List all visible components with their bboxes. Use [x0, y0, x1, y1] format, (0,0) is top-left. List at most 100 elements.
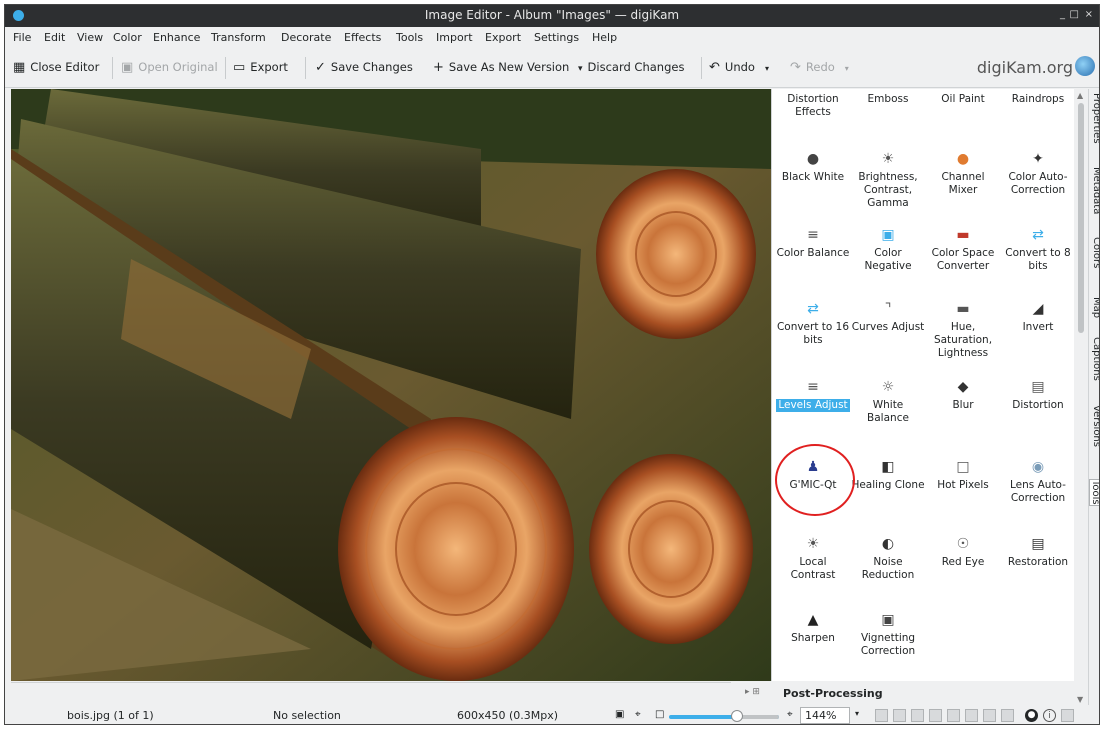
- menu-settings[interactable]: Settings: [534, 31, 579, 44]
- thumbnail-bar-toggle-icon[interactable]: [1061, 709, 1074, 722]
- menu-edit[interactable]: Edit: [44, 31, 65, 44]
- minimize-button[interactable]: _: [1060, 9, 1065, 20]
- menu-help[interactable]: Help: [592, 31, 617, 44]
- before-after-view-icon[interactable]: [947, 709, 960, 722]
- tool-levels-adjust[interactable]: ≡ Levels Adjust: [776, 379, 850, 412]
- menu-export[interactable]: Export: [485, 31, 521, 44]
- about-icon[interactable]: i: [1043, 709, 1056, 722]
- tab-tools[interactable]: Tools: [1089, 479, 1099, 506]
- tool-distortion[interactable]: ▤ Distortion: [1001, 379, 1074, 412]
- tool-brightness-contrast-gamma[interactable]: ☀ Brightness, Contrast, Gamma: [851, 151, 925, 210]
- color-balance-icon: ≡: [807, 227, 819, 243]
- tool-black-white[interactable]: ● Black White: [776, 151, 850, 184]
- zoom-selection-icon[interactable]: □: [655, 709, 664, 720]
- under-exposure-indicator-icon[interactable]: [875, 709, 888, 722]
- image-icon: ▣: [121, 60, 134, 75]
- post-processing-section[interactable]: ▸ ⊞ Post-Processing: [745, 685, 1075, 703]
- menu-view[interactable]: View: [77, 31, 103, 44]
- menu-color[interactable]: Color: [113, 31, 142, 44]
- zoom-slider-track[interactable]: [739, 715, 779, 719]
- tool-label: Curves Adjust: [851, 321, 925, 333]
- tool-hot-pixels[interactable]: □ Hot Pixels: [926, 459, 1000, 492]
- tool-label: Restoration: [1007, 556, 1069, 568]
- tab-colors[interactable]: Colors: [1089, 237, 1099, 268]
- tool-convert-to-8-bits[interactable]: ⇄ Convert to 8 bits: [1001, 227, 1074, 273]
- tool-white-balance[interactable]: ☼ White Balance: [851, 379, 925, 425]
- preview-mode-icon[interactable]: [1001, 709, 1014, 722]
- tab-metadata[interactable]: Metadata: [1089, 167, 1099, 214]
- tab-properties[interactable]: Properties: [1089, 93, 1099, 144]
- tool-restoration[interactable]: ▤ Restoration: [1001, 536, 1074, 569]
- tool-label: Distortion Effects: [787, 93, 839, 118]
- discard-changes-button[interactable]: ▾ Discard Changes: [578, 60, 684, 74]
- tool-healing-clone[interactable]: ◧ Healing Clone: [851, 459, 925, 492]
- tool-channel-mixer[interactable]: ● Channel Mixer: [926, 151, 1000, 197]
- tool-color-negative[interactable]: ▣ Color Negative: [851, 227, 925, 273]
- tool-local-contrast[interactable]: ☀ Local Contrast: [776, 536, 850, 582]
- tool-label: Color Auto-Correction: [1008, 171, 1068, 196]
- color-managed-view-icon[interactable]: [911, 709, 924, 722]
- menu-enhance[interactable]: Enhance: [153, 31, 200, 44]
- over-exposure-indicator-icon[interactable]: [893, 709, 906, 722]
- tool-label: Channel Mixer: [941, 171, 985, 196]
- zoom-slider-knob[interactable]: [731, 710, 743, 722]
- close-window-button[interactable]: ×: [1085, 9, 1093, 20]
- menu-tools[interactable]: Tools: [396, 31, 423, 44]
- tool-color-balance[interactable]: ≡ Color Balance: [776, 227, 850, 260]
- expand-arrow-icon[interactable]: ▸ ⊞: [745, 687, 760, 697]
- redo-button[interactable]: ↷ Redo ▾: [790, 60, 849, 75]
- canvas-horizontal-scrollbar[interactable]: [11, 682, 731, 694]
- tool-curves-adjust[interactable]: ⌝ Curves Adjust: [851, 301, 925, 334]
- export-button[interactable]: ▭ Export: [233, 60, 288, 75]
- scroll-down-icon[interactable]: ▼: [1077, 695, 1083, 704]
- tools-panel-scrollbar[interactable]: ▲ ▼: [1075, 89, 1087, 709]
- tool-label: Healing Clone: [851, 479, 925, 491]
- tool-emboss[interactable]: Emboss: [851, 93, 925, 106]
- open-original-button[interactable]: ▣ Open Original: [121, 60, 218, 75]
- tool-hue-saturation-lightness[interactable]: ▬ Hue, Saturation, Lightness: [926, 301, 1000, 360]
- tab-map[interactable]: Map: [1089, 297, 1099, 318]
- tool-red-eye[interactable]: ☉ Red Eye: [926, 536, 1000, 569]
- tool-distortion-effects[interactable]: Distortion Effects: [776, 93, 850, 119]
- tool-label: Hot Pixels: [937, 479, 989, 491]
- close-editor-button[interactable]: ▦ Close Editor: [13, 60, 99, 75]
- maximize-button[interactable]: □: [1070, 9, 1079, 20]
- menu-import[interactable]: Import: [436, 31, 473, 44]
- tool-sharpen[interactable]: ▲ Sharpen: [776, 612, 850, 645]
- blur-icon: ◆: [957, 379, 969, 395]
- tool-blur[interactable]: ◆ Blur: [926, 379, 1000, 412]
- tool-noise-reduction[interactable]: ◐ Noise Reduction: [851, 536, 925, 582]
- redo-dropdown-icon: ▾: [844, 64, 849, 73]
- tool-lens-auto-correction[interactable]: ◉ Lens Auto-Correction: [1001, 459, 1074, 505]
- tool-color-auto-correction[interactable]: ✦ Color Auto-Correction: [1001, 151, 1074, 197]
- tool-convert-to-16-bits[interactable]: ⇄ Convert to 16 bits: [776, 301, 850, 347]
- image-canvas[interactable]: [11, 89, 771, 681]
- scrollbar-thumb[interactable]: [1078, 103, 1084, 333]
- zoom-value-box[interactable]: 144%: [800, 707, 850, 724]
- tool-oil-paint[interactable]: Oil Paint: [926, 93, 1000, 106]
- soft-proofing-view-icon[interactable]: [929, 709, 942, 722]
- convert-8bit-icon: ⇄: [1032, 227, 1044, 243]
- info-icon[interactable]: ●: [1025, 709, 1038, 722]
- tab-versions[interactable]: Versions: [1089, 405, 1099, 447]
- menu-file[interactable]: File: [13, 31, 31, 44]
- scroll-up-icon[interactable]: ▲: [1077, 91, 1083, 100]
- save-changes-button[interactable]: ✓ Save Changes: [315, 60, 413, 75]
- tool-raindrops[interactable]: Raindrops: [1001, 93, 1074, 106]
- compare-view-icon[interactable]: [965, 709, 978, 722]
- menu-effects[interactable]: Effects: [344, 31, 381, 44]
- undo-button[interactable]: ↶ Undo ▾: [709, 60, 769, 75]
- toolbar-separator: [225, 57, 226, 79]
- tool-invert[interactable]: ◢ Invert: [1001, 301, 1074, 334]
- zoom-100-icon[interactable]: ⌖: [635, 709, 641, 720]
- zoom-dropdown-icon[interactable]: ▾: [855, 709, 859, 718]
- menu-transform[interactable]: Transform: [211, 31, 266, 44]
- save-as-new-version-button[interactable]: + Save As New Version: [433, 60, 569, 75]
- tool-vignetting-correction[interactable]: ▣ Vignetting Correction: [851, 612, 925, 658]
- menu-decorate[interactable]: Decorate: [281, 31, 331, 44]
- zoom-fit-icon[interactable]: ▣: [615, 709, 624, 720]
- tool-color-space-converter[interactable]: ▬ Color Space Converter: [926, 227, 1000, 273]
- tab-captions[interactable]: Captions: [1089, 337, 1099, 381]
- tool-label: Lens Auto-Correction: [1010, 479, 1066, 504]
- split-view-icon[interactable]: [983, 709, 996, 722]
